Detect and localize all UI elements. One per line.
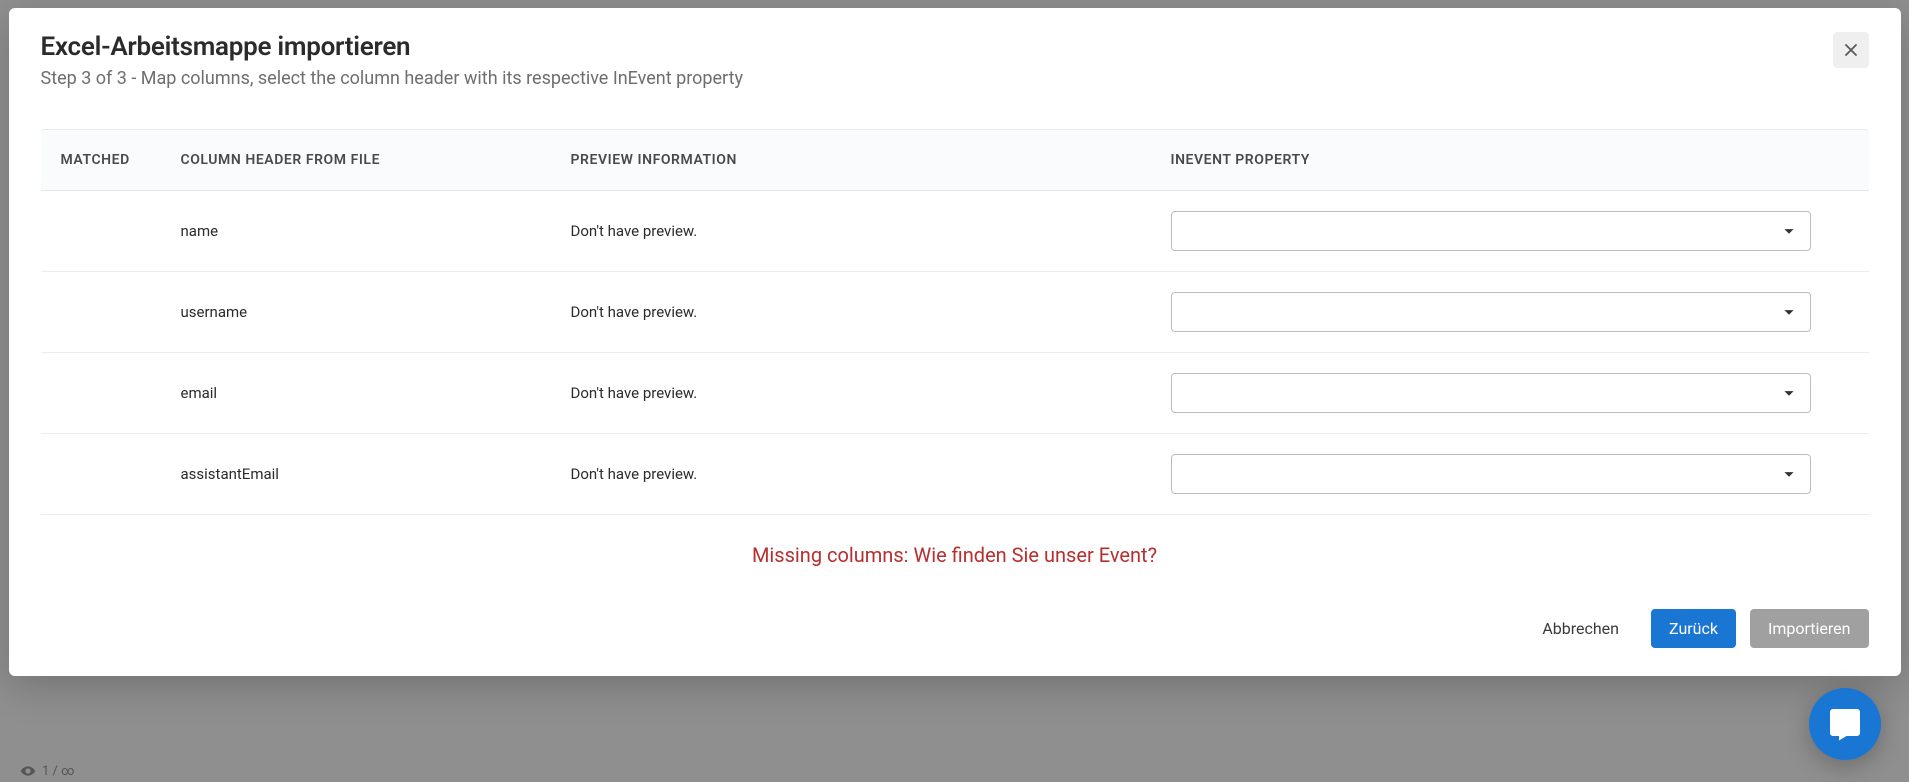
cell-preview: Don't have preview. [551, 191, 1151, 272]
cell-preview: Don't have preview. [551, 272, 1151, 353]
cell-column-header: email [161, 353, 551, 434]
mapping-table-wrap: MATCHED COLUMN HEADER FROM FILE PREVIEW … [41, 129, 1869, 519]
cell-property [1151, 434, 1869, 515]
modal-subtitle: Step 3 of 3 - Map columns, select the co… [41, 68, 744, 89]
import-button[interactable]: Importieren [1750, 609, 1869, 648]
cell-column-header: assistantEmail [161, 434, 551, 515]
cell-matched [41, 272, 161, 353]
cell-property [1151, 353, 1869, 434]
cell-property [1151, 272, 1869, 353]
th-property: INEVENT PROPERTY [1151, 130, 1869, 191]
back-button[interactable]: Zurück [1651, 609, 1736, 648]
cell-property [1151, 191, 1869, 272]
cell-preview: Don't have preview. [551, 434, 1151, 515]
table-row: email Don't have preview. [41, 353, 1869, 434]
modal-footer: Abbrechen Zurück Importieren [41, 609, 1869, 648]
th-matched: MATCHED [41, 130, 161, 191]
chat-icon [1827, 706, 1863, 742]
modal-title: Excel-Arbeitsmappe importieren [41, 32, 744, 62]
cell-matched [41, 515, 161, 520]
property-select[interactable] [1171, 373, 1811, 413]
property-select[interactable] [1171, 454, 1811, 494]
mapping-table: MATCHED COLUMN HEADER FROM FILE PREVIEW … [41, 130, 1869, 519]
cell-preview: Don't have preview. [551, 515, 1151, 520]
close-button[interactable] [1833, 32, 1869, 68]
modal-header: Excel-Arbeitsmappe importieren Step 3 of… [41, 32, 1869, 89]
table-row: assistantEmail Don't have preview. [41, 434, 1869, 515]
table-row: username Don't have preview. [41, 272, 1869, 353]
missing-columns-message: Missing columns: Wie finden Sie unser Ev… [41, 543, 1869, 567]
cell-matched [41, 434, 161, 515]
cell-matched [41, 353, 161, 434]
table-row: name Don't have preview. [41, 191, 1869, 272]
cell-property [1151, 515, 1869, 520]
th-preview: PREVIEW INFORMATION [551, 130, 1151, 191]
cell-column-header: username [161, 272, 551, 353]
cell-column-header: name [161, 191, 551, 272]
title-block: Excel-Arbeitsmappe importieren Step 3 of… [41, 32, 744, 89]
modal-backdrop: Excel-Arbeitsmappe importieren Step 3 of… [0, 0, 1909, 782]
table-row: password Don't have preview. [41, 515, 1869, 520]
close-icon [1841, 40, 1861, 60]
property-select[interactable] [1171, 211, 1811, 251]
cancel-button[interactable]: Abbrechen [1524, 609, 1637, 648]
cell-column-header: password [161, 515, 551, 520]
th-column-header: COLUMN HEADER FROM FILE [161, 130, 551, 191]
cell-preview: Don't have preview. [551, 353, 1151, 434]
chat-launcher[interactable] [1809, 688, 1881, 760]
property-select[interactable] [1171, 292, 1811, 332]
cell-matched [41, 191, 161, 272]
mapping-table-scroll[interactable]: MATCHED COLUMN HEADER FROM FILE PREVIEW … [41, 129, 1869, 519]
import-modal: Excel-Arbeitsmappe importieren Step 3 of… [9, 8, 1901, 676]
